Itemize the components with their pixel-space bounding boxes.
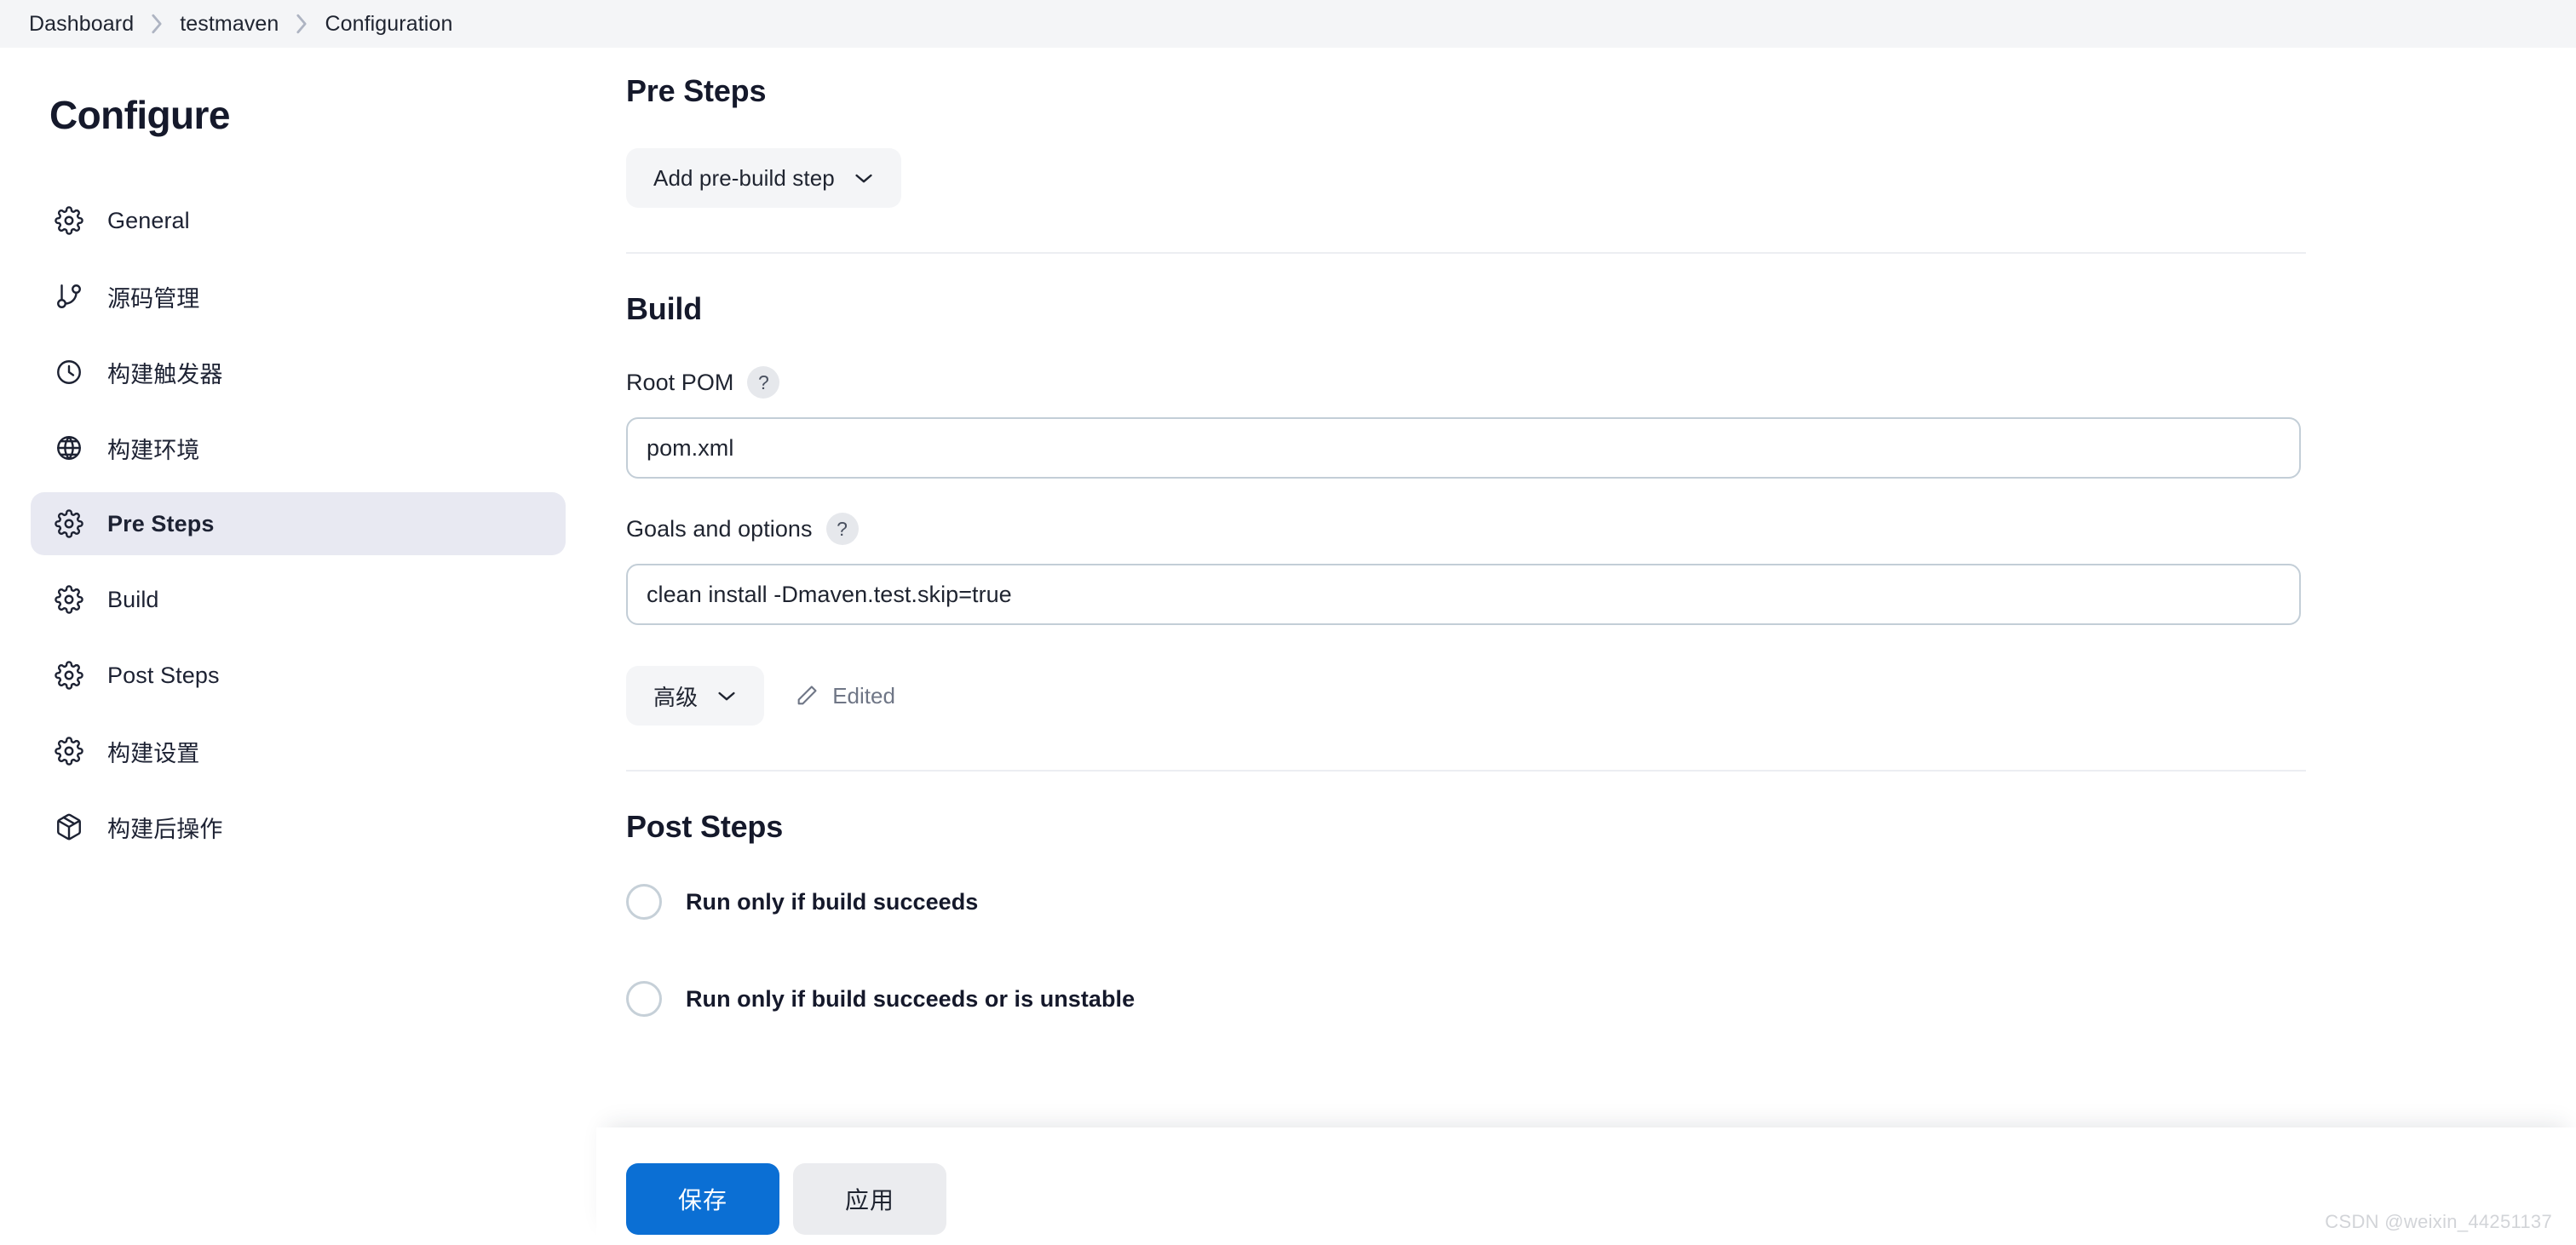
advanced-row: 高级 Edited	[626, 666, 2576, 726]
sidebar-item-label: 构建环境	[107, 437, 200, 463]
root-pom-field-block: Root POM ?	[626, 366, 2576, 479]
apply-button[interactable]: 应用	[793, 1163, 946, 1235]
chevron-right-icon	[294, 12, 309, 36]
sidebar-item-build-triggers[interactable]: 构建触发器	[31, 341, 566, 404]
build-heading: Build	[626, 291, 702, 326]
sidebar-item-build-environment[interactable]: 构建环境	[31, 416, 566, 479]
breadcrumb-bar: Dashboard testmaven Configuration	[0, 0, 2576, 48]
edited-label: Edited	[832, 682, 895, 709]
question-mark-icon[interactable]: ?	[747, 366, 780, 399]
sidebar-nav-list: General 源码管理 构建触发器 构建环境 Pre Steps Build …	[0, 189, 596, 858]
post-step-option-run-if-succeeds-or-unstable[interactable]: Run only if build succeeds or is unstabl…	[626, 981, 2576, 1017]
section-divider	[626, 770, 2306, 772]
sidebar-item-build-settings[interactable]: 构建设置	[31, 720, 566, 783]
page-body: Configure General 源码管理 构建触发器 构建环境 Pre St…	[0, 48, 2576, 1245]
sidebar-item-source-code-management[interactable]: 源码管理	[31, 265, 566, 328]
sidebar-item-label: 源码管理	[107, 285, 200, 312]
chevron-right-icon	[149, 12, 164, 36]
advanced-button-label: 高级	[653, 684, 699, 710]
git-branch-icon	[53, 280, 85, 313]
gear-icon	[53, 204, 85, 237]
radio-button[interactable]	[626, 981, 662, 1017]
add-pre-build-step-label: Add pre-build step	[653, 164, 835, 191]
sidebar-item-label: 构建后操作	[107, 816, 223, 842]
chevron-down-icon	[716, 689, 737, 703]
sidebar-item-post-steps[interactable]: Post Steps	[31, 644, 566, 707]
post-steps-heading: Post Steps	[626, 809, 784, 844]
gear-icon	[53, 583, 85, 616]
advanced-button[interactable]: 高级	[626, 666, 765, 726]
chevron-down-icon	[854, 171, 874, 185]
edited-status[interactable]: Edited	[795, 683, 895, 709]
sidebar-item-label: 构建触发器	[107, 361, 223, 387]
sidebar-item-label: Post Steps	[107, 662, 220, 688]
main-content: Pre Steps Add pre-build step Build Root …	[596, 48, 2576, 1245]
pre-steps-heading: Pre Steps	[626, 73, 767, 108]
gear-icon	[53, 508, 85, 540]
sidebar-item-label: General	[107, 207, 190, 233]
globe-icon	[53, 432, 85, 464]
sidebar-item-label: 构建设置	[107, 740, 200, 766]
goals-field-block: Goals and options ?	[626, 513, 2576, 625]
sidebar: Configure General 源码管理 构建触发器 构建环境 Pre St…	[0, 48, 596, 1245]
sidebar-item-post-build-actions[interactable]: 构建后操作	[31, 795, 566, 858]
question-mark-icon[interactable]: ?	[825, 513, 859, 545]
goals-and-options-input[interactable]	[626, 564, 2301, 625]
watermark: CSDN @weixin_44251137	[2325, 1211, 2552, 1232]
gear-icon	[53, 735, 85, 767]
clock-icon	[53, 356, 85, 388]
form-action-bar: 保存 应用	[596, 1127, 2576, 1245]
root-pom-label-row: Root POM ?	[626, 366, 2576, 399]
save-button[interactable]: 保存	[626, 1163, 779, 1235]
section-divider	[626, 252, 2306, 254]
post-step-option-run-if-succeeds[interactable]: Run only if build succeeds	[626, 884, 2576, 920]
radio-button[interactable]	[626, 884, 662, 920]
sidebar-item-label: Build	[107, 586, 159, 612]
pencil-icon	[795, 684, 819, 708]
goals-label: Goals and options	[626, 515, 813, 542]
sidebar-item-label: Pre Steps	[107, 510, 215, 536]
post-step-option-label: Run only if build succeeds	[686, 888, 979, 915]
package-icon	[53, 811, 85, 843]
add-pre-build-step-button[interactable]: Add pre-build step	[626, 148, 901, 208]
gear-icon	[53, 659, 85, 691]
root-pom-input[interactable]	[626, 417, 2301, 479]
page-title: Configure	[49, 93, 230, 137]
post-step-option-label: Run only if build succeeds or is unstabl…	[686, 985, 1136, 1012]
sidebar-item-build[interactable]: Build	[31, 568, 566, 631]
root-pom-label: Root POM	[626, 369, 734, 395]
breadcrumb-item-dashboard[interactable]: Dashboard	[29, 12, 134, 37]
sidebar-item-general[interactable]: General	[31, 189, 566, 252]
breadcrumb-item-testmaven[interactable]: testmaven	[180, 12, 279, 37]
sidebar-item-pre-steps[interactable]: Pre Steps	[31, 492, 566, 555]
goals-label-row: Goals and options ?	[626, 513, 2576, 545]
breadcrumb-item-configuration[interactable]: Configuration	[325, 12, 452, 37]
